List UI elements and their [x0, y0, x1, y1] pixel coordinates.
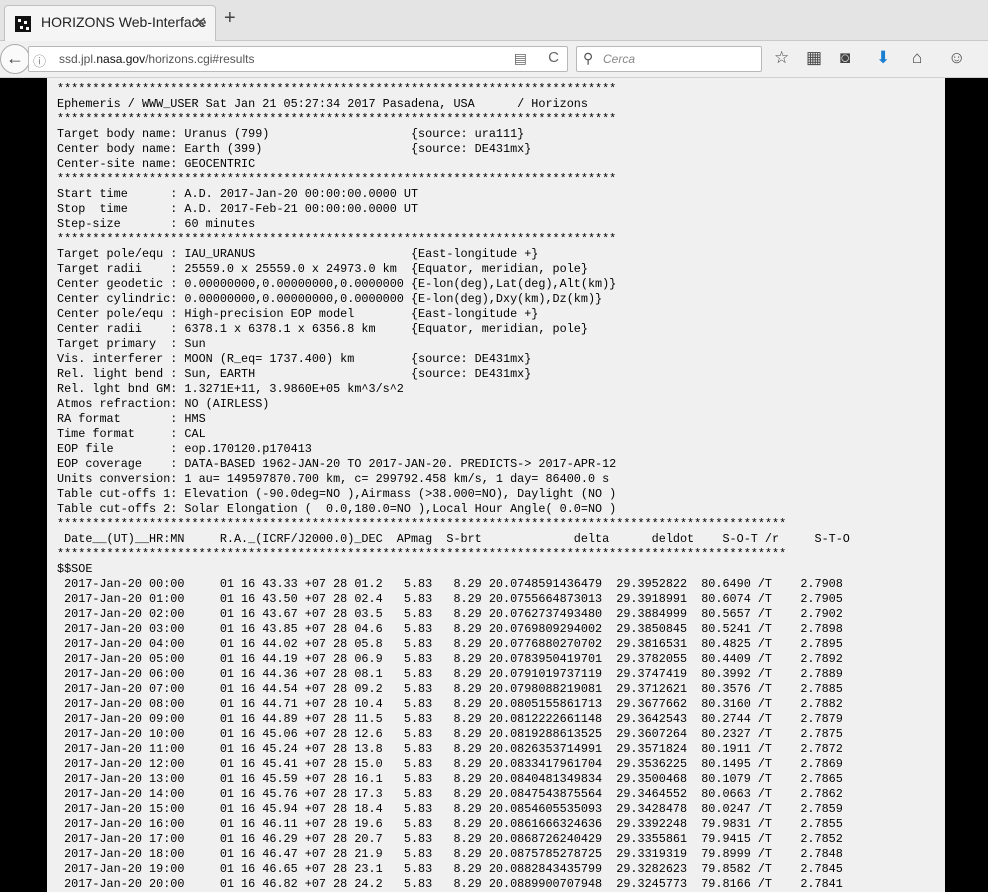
ephemeris-line: ****************************************… — [57, 232, 617, 246]
ephemeris-line: 2017-Jan-20 19:00 01 16 46.65 +07 28 23.… — [57, 862, 843, 876]
downloads-icon[interactable]: ⬇ — [876, 48, 890, 68]
new-tab-button[interactable]: + — [224, 7, 236, 30]
ephemeris-line: 2017-Jan-20 04:00 01 16 44.02 +07 28 05.… — [57, 637, 843, 651]
ephemeris-line: Center cylindric: 0.00000000,0.00000000,… — [57, 292, 603, 306]
ephemeris-output: ****************************************… — [47, 78, 945, 892]
ephemeris-line: 2017-Jan-20 03:00 01 16 43.85 +07 28 04.… — [57, 622, 843, 636]
ephemeris-line: Rel. light bend : Sun, EARTH {source: DE… — [57, 367, 532, 381]
ephemeris-line: 2017-Jan-20 15:00 01 16 45.94 +07 28 18.… — [57, 802, 843, 816]
ephemeris-line: 2017-Jan-20 10:00 01 16 45.06 +07 28 12.… — [57, 727, 843, 741]
ephemeris-line: ****************************************… — [57, 517, 787, 531]
home-icon[interactable]: ⌂ — [912, 48, 922, 68]
ephemeris-line: 2017-Jan-20 11:00 01 16 45.24 +07 28 13.… — [57, 742, 843, 756]
bookmarks-list-icon[interactable]: ▦ — [806, 48, 822, 68]
reader-view-icon[interactable]: ▤ — [514, 50, 527, 67]
ephemeris-line: 2017-Jan-20 02:00 01 16 43.67 +07 28 03.… — [57, 607, 843, 621]
ephemeris-line: 2017-Jan-20 14:00 01 16 45.76 +07 28 17.… — [57, 787, 843, 801]
hello-chat-icon[interactable]: ☺ — [948, 48, 965, 68]
ephemeris-line: 2017-Jan-20 07:00 01 16 44.54 +07 28 09.… — [57, 682, 843, 696]
address-bar[interactable]: ⓘ ssd.jpl.nasa.gov/horizons.cgi#results … — [28, 46, 568, 72]
url-suffix: /horizons.cgi#results — [145, 52, 255, 66]
ephemeris-line: Start time : A.D. 2017-Jan-20 00:00:00.0… — [57, 187, 419, 201]
bookmark-star-icon[interactable]: ☆ — [774, 48, 789, 68]
ephemeris-line: 2017-Jan-20 18:00 01 16 46.47 +07 28 21.… — [57, 847, 843, 861]
ephemeris-line: EOP file : eop.170120.p170413 — [57, 442, 312, 456]
ephemeris-line: Center geodetic : 0.00000000,0.00000000,… — [57, 277, 617, 291]
ephemeris-line: Time format : CAL — [57, 427, 206, 441]
ephemeris-line: 2017-Jan-20 00:00 01 16 43.33 +07 28 01.… — [57, 577, 843, 591]
url-domain: nasa.gov — [96, 52, 146, 66]
ephemeris-line: 2017-Jan-20 05:00 01 16 44.19 +07 28 06.… — [57, 652, 843, 666]
ephemeris-line: Target primary : Sun — [57, 337, 206, 351]
site-info-icon[interactable]: ⓘ — [33, 51, 46, 70]
ephemeris-line: Table cut-offs 2: Solar Elongation ( 0.0… — [57, 502, 617, 516]
ephemeris-line: Vis. interferer : MOON (R_eq= 1737.400) … — [57, 352, 532, 366]
ephemeris-line: Stop time : A.D. 2017-Feb-21 00:00:00.00… — [57, 202, 419, 216]
tab-title: HORIZONS Web-Interface — [41, 14, 207, 30]
ephemeris-line: Table cut-offs 1: Elevation (-90.0deg=NO… — [57, 487, 617, 501]
back-button[interactable]: ← — [0, 44, 30, 74]
ephemeris-line: 2017-Jan-20 06:00 01 16 44.36 +07 28 08.… — [57, 667, 843, 681]
search-icon: ⚲ — [583, 50, 594, 66]
pocket-icon[interactable]: ◙ — [840, 48, 850, 68]
ephemeris-line: Units conversion: 1 au= 149597870.700 km… — [57, 472, 610, 486]
ephemeris-line: Center body name: Earth (399) {source: D… — [57, 142, 532, 156]
ephemeris-line: EOP coverage : DATA-BASED 1962-JAN-20 TO… — [57, 457, 617, 471]
ephemeris-line: 2017-Jan-20 01:00 01 16 43.50 +07 28 02.… — [57, 592, 843, 606]
ephemeris-line: 2017-Jan-20 08:00 01 16 44.71 +07 28 10.… — [57, 697, 843, 711]
close-tab-icon[interactable]: ✕ — [194, 13, 207, 33]
ephemeris-line: 2017-Jan-20 16:00 01 16 46.11 +07 28 19.… — [57, 817, 843, 831]
ephemeris-line: Ephemeris / WWW_USER Sat Jan 21 05:27:34… — [57, 97, 588, 111]
tab-strip: HORIZONS Web-Interface ✕ + — [0, 0, 988, 41]
ephemeris-line: Center radii : 6378.1 x 6378.1 x 6356.8 … — [57, 322, 588, 336]
ephemeris-line: Center-site name: GEOCENTRIC — [57, 157, 256, 171]
url-prefix: ssd.jpl. — [59, 52, 97, 66]
ephemeris-line: ****************************************… — [57, 82, 617, 96]
browser-tab[interactable]: HORIZONS Web-Interface ✕ — [4, 5, 216, 41]
ephemeris-line: RA format : HMS — [57, 412, 206, 426]
results-page: ****************************************… — [47, 78, 945, 892]
ephemeris-line: Target body name: Uranus (799) {source: … — [57, 127, 525, 141]
ephemeris-line: ****************************************… — [57, 172, 617, 186]
search-placeholder: Cerca — [603, 52, 636, 66]
navigation-bar: ← ⓘ ssd.jpl.nasa.gov/horizons.cgi#result… — [0, 41, 988, 78]
url-text: ssd.jpl.nasa.gov/horizons.cgi#results — [59, 52, 254, 66]
reload-icon[interactable]: C — [548, 49, 559, 66]
ephemeris-line: Rel. lght bnd GM: 1.3271E+11, 3.9860E+05… — [57, 382, 404, 396]
ephemeris-line: Date__(UT)__HR:MN R.A._(ICRF/J2000.0)_DE… — [57, 532, 850, 546]
ephemeris-line: Step-size : 60 minutes — [57, 217, 256, 231]
ephemeris-line: Atmos refraction: NO (AIRLESS) — [57, 397, 270, 411]
site-favicon-icon — [15, 16, 31, 32]
ephemeris-line: ****************************************… — [57, 112, 617, 126]
ephemeris-line: 2017-Jan-20 17:00 01 16 46.29 +07 28 20.… — [57, 832, 843, 846]
ephemeris-line: 2017-Jan-20 13:00 01 16 45.59 +07 28 16.… — [57, 772, 843, 786]
ephemeris-line: Target radii : 25559.0 x 25559.0 x 24973… — [57, 262, 588, 276]
ephemeris-line: 2017-Jan-20 12:00 01 16 45.41 +07 28 15.… — [57, 757, 843, 771]
ephemeris-line: $$SOE — [57, 562, 93, 576]
ephemeris-line: Target pole/equ : IAU_URANUS {East-longi… — [57, 247, 539, 261]
ephemeris-line: ****************************************… — [57, 547, 787, 561]
ephemeris-line: 2017-Jan-20 20:00 01 16 46.82 +07 28 24.… — [57, 877, 843, 891]
search-bar[interactable]: ⚲ Cerca — [576, 46, 762, 72]
ephemeris-line: 2017-Jan-20 09:00 01 16 44.89 +07 28 11.… — [57, 712, 843, 726]
ephemeris-line: Center pole/equ : High-precision EOP mod… — [57, 307, 539, 321]
